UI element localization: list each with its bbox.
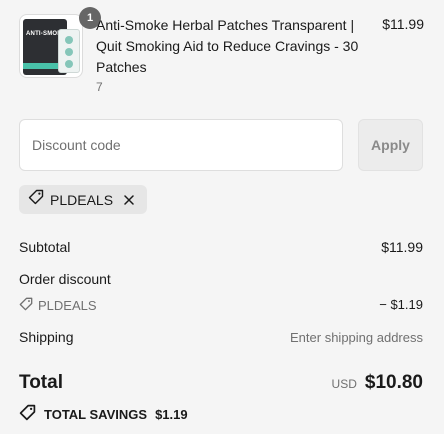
tag-icon: [28, 189, 44, 210]
total-savings-amount: $1.19: [155, 406, 188, 422]
close-icon[interactable]: [123, 194, 135, 206]
discount-code-name: PLDEALS: [38, 298, 97, 313]
discount-code-line: PLDEALS: [19, 297, 97, 314]
order-summary-panel: ANTI-SMOKE 1 Anti-Smoke Herbal Patches T…: [0, 0, 444, 434]
total-currency: USD: [331, 377, 357, 391]
discount-code-input[interactable]: [19, 119, 343, 171]
total-label: Total: [19, 372, 63, 393]
applied-discount-code: PLDEALS: [50, 191, 114, 208]
total-value: USD $10.80: [332, 372, 423, 394]
patch-dot: [65, 36, 73, 44]
product-thumbnail: ANTI-SMOKE: [19, 14, 83, 78]
product-price: $11.99: [382, 16, 424, 32]
subtotal-label: Subtotal: [19, 239, 71, 255]
total-savings-label: TOTAL SAVINGS: [44, 406, 148, 422]
product-variant: 7: [96, 80, 103, 94]
shipping-value: Enter shipping address: [290, 330, 423, 345]
patch-dot: [65, 48, 73, 56]
shipping-label: Shipping: [19, 329, 74, 345]
line-item: ANTI-SMOKE 1 Anti-Smoke Herbal Patches T…: [19, 7, 424, 96]
order-discount-label: Order discount: [19, 271, 111, 287]
product-title: Anti-Smoke Herbal Patches Transparent | …: [96, 17, 359, 75]
tag-icon: [19, 404, 36, 424]
subtotal-value: $11.99: [381, 239, 423, 255]
applied-discount-chip: PLDEALS: [19, 185, 148, 214]
tag-icon: [19, 297, 33, 314]
patch-dot: [65, 60, 73, 68]
total-savings: TOTAL SAVINGS $1.19: [19, 404, 188, 424]
discount-value: − $1.19: [379, 297, 423, 312]
total-amount: $10.80: [364, 372, 423, 393]
patch-sheet-image: [58, 29, 80, 73]
apply-discount-button[interactable]: Apply: [358, 119, 423, 171]
